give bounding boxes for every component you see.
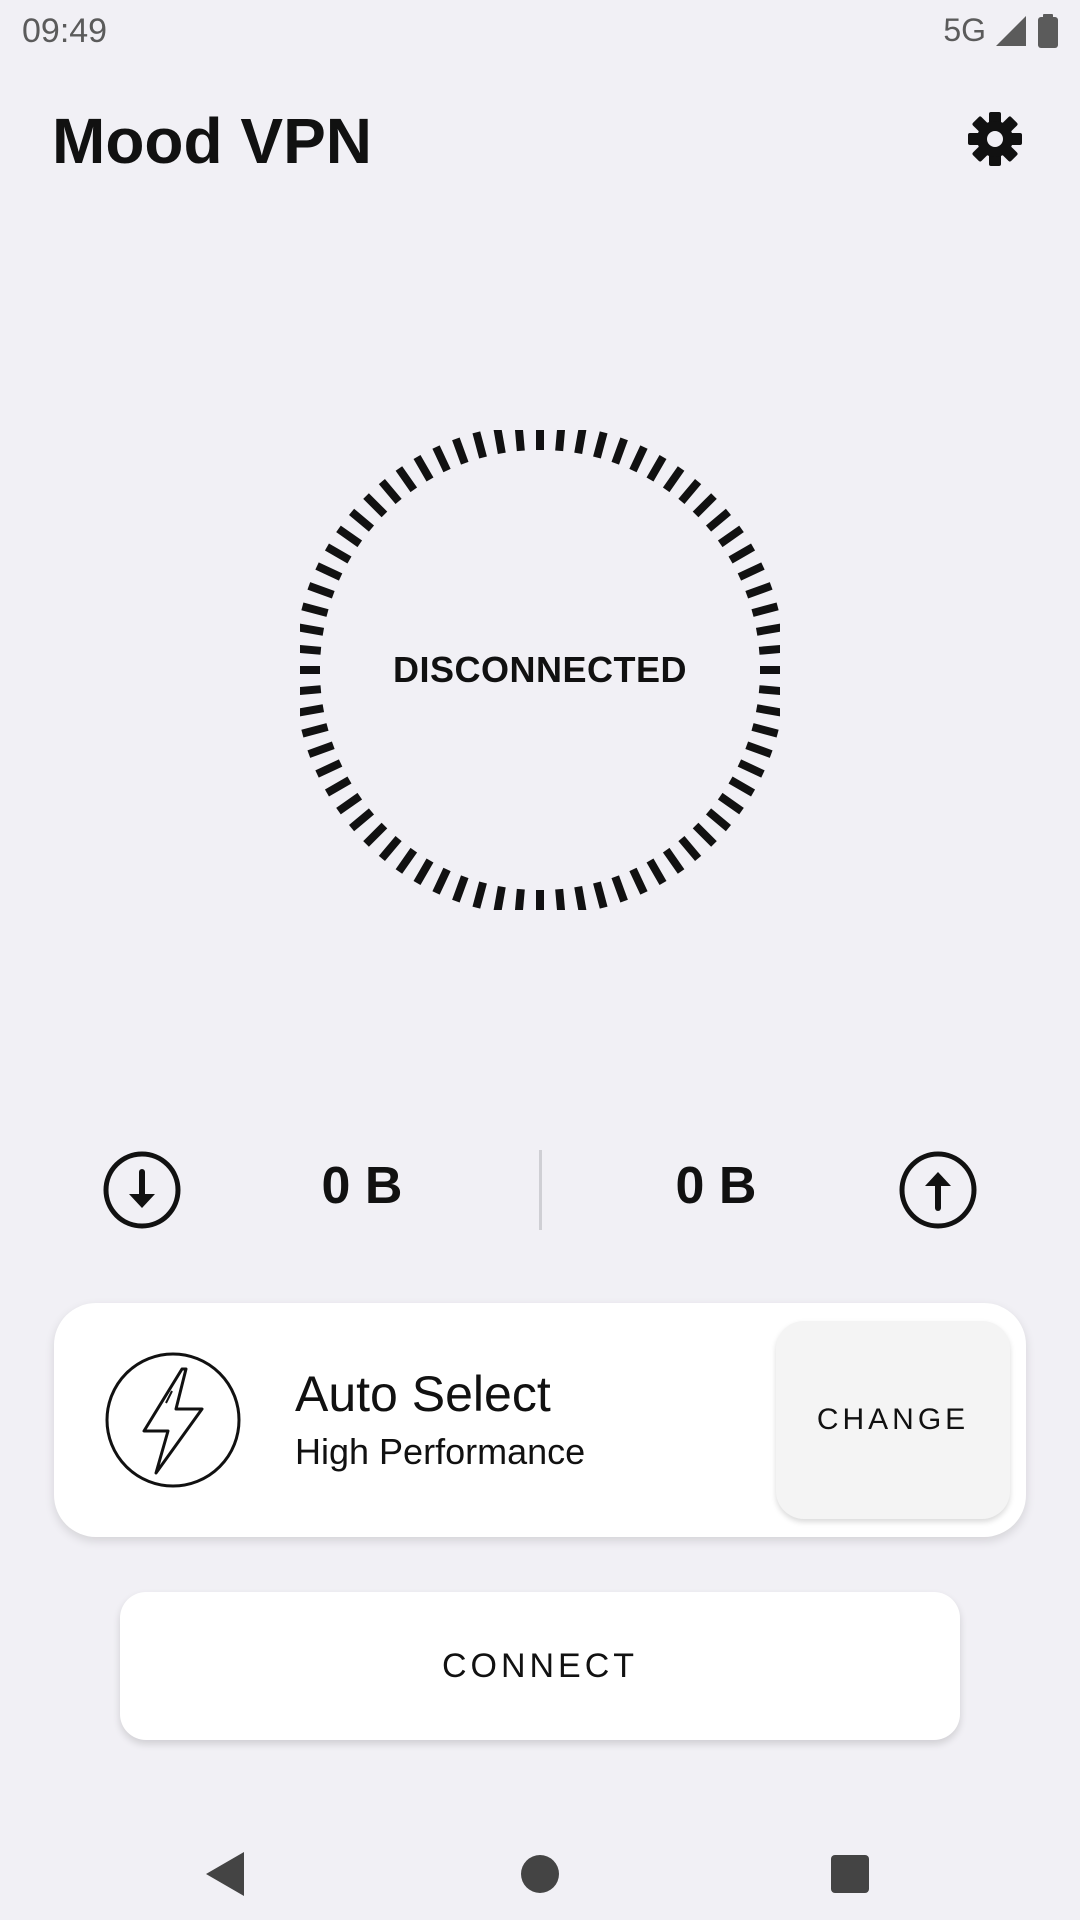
recents-button[interactable] [810, 1834, 890, 1914]
home-button[interactable] [500, 1834, 580, 1914]
connect-button[interactable]: CONNECT [120, 1592, 960, 1740]
back-triangle-icon [206, 1852, 244, 1896]
server-subtitle: High Performance [295, 1431, 586, 1472]
gear-icon [968, 112, 1022, 166]
status-bar: 09:49 5G [0, 0, 1080, 64]
network-type: 5G [943, 12, 986, 48]
signal-icon [996, 15, 1026, 46]
lightning-bolt-icon [105, 1352, 241, 1488]
status-time: 09:49 [22, 12, 108, 50]
page-title: Mood VPN [52, 105, 372, 177]
upload-arrow-icon [899, 1151, 977, 1229]
home-circle-icon [521, 1855, 559, 1893]
status-indicators: 5G [943, 12, 1060, 49]
recents-square-icon [831, 1855, 869, 1893]
download-arrow-icon [103, 1151, 181, 1229]
navigation-bar [0, 1820, 1080, 1920]
server-card[interactable]: Auto Select High Performance CHANGE [54, 1303, 1026, 1537]
back-button[interactable] [186, 1834, 266, 1914]
download-value: 0 B [321, 1157, 403, 1215]
change-server-button[interactable]: CHANGE [776, 1321, 1010, 1519]
server-name: Auto Select [295, 1366, 551, 1422]
traffic-divider [539, 1150, 542, 1230]
traffic-stats: 0 B 0 B [0, 1150, 1080, 1230]
settings-button[interactable] [962, 106, 1028, 172]
battery-icon [1038, 13, 1058, 48]
connection-status: DISCONNECTED [392, 649, 688, 690]
upload-value: 0 B [675, 1157, 757, 1215]
vpn-home-screen: 09:49 5G Mood VPN DISCONNECTED 0 B 0 B A… [0, 0, 1080, 1920]
